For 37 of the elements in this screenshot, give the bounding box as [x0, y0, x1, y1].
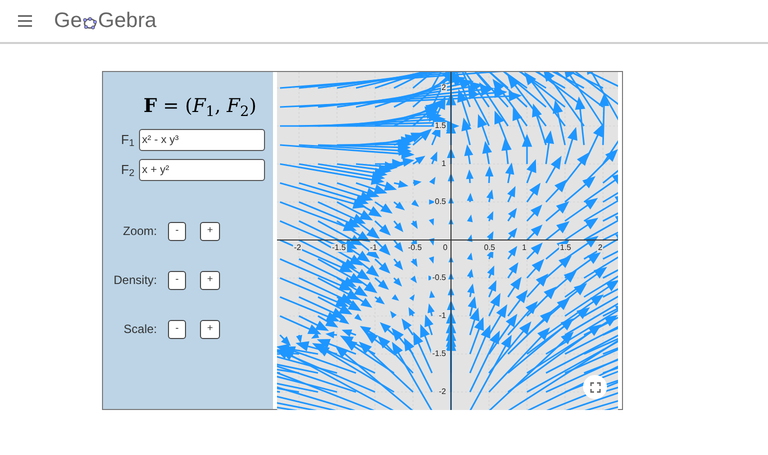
input-field[interactable]: x² - x y³ [139, 128, 265, 150]
axis-tick-label: 1 [440, 160, 447, 168]
decrease-button[interactable]: - [168, 320, 186, 338]
field-label: F$_{1}$ [121, 130, 136, 150]
logo-text: Gebra [98, 8, 156, 34]
axis-tick-label: -1.5 [331, 244, 347, 252]
field-label: F$_{2}$ [121, 160, 136, 180]
formula: F = (F$_{1}$, F$_{2}$) [144, 94, 256, 120]
fullscreen-button[interactable] [583, 375, 607, 399]
axis-tick-label: 2 [597, 244, 604, 252]
axis-tick-label: -2 [293, 244, 302, 252]
logo-icon [83, 16, 98, 30]
fullscreen-icon [590, 382, 600, 392]
axis-tick-label: 0.5 [483, 244, 496, 252]
increase-button[interactable]: + [200, 320, 220, 338]
axis-tick-label: 1.5 [434, 122, 447, 130]
axis-tick-label: 1.5 [559, 244, 572, 252]
control-label: Zoom: [122, 223, 157, 240]
increase-button[interactable]: + [200, 270, 220, 290]
menu-icon[interactable] [18, 15, 32, 27]
axis-tick-label: 0.5 [434, 198, 447, 206]
axis-tick-label: -2 [438, 388, 447, 396]
increase-button[interactable]: + [200, 222, 220, 240]
axis-tick-label: -0.5 [407, 244, 423, 252]
axis-tick-label: 0 [442, 244, 448, 252]
control-label: Scale: [122, 321, 157, 338]
axis-tick-label: -1.5 [431, 350, 447, 358]
logo[interactable]: Ge Gebra [54, 5, 156, 37]
axis-tick-label: -1 [438, 312, 447, 320]
decrease-button[interactable]: - [168, 222, 186, 240]
decrease-button[interactable]: - [168, 270, 186, 290]
logo-text: Ge [54, 8, 82, 34]
control-label: Density: [112, 272, 157, 289]
axis-tick-label: -1 [369, 244, 378, 252]
axis-tick-label: 1 [521, 244, 528, 252]
axis-tick-label: -0.5 [431, 274, 447, 282]
input-field[interactable]: x + y² [139, 158, 265, 180]
